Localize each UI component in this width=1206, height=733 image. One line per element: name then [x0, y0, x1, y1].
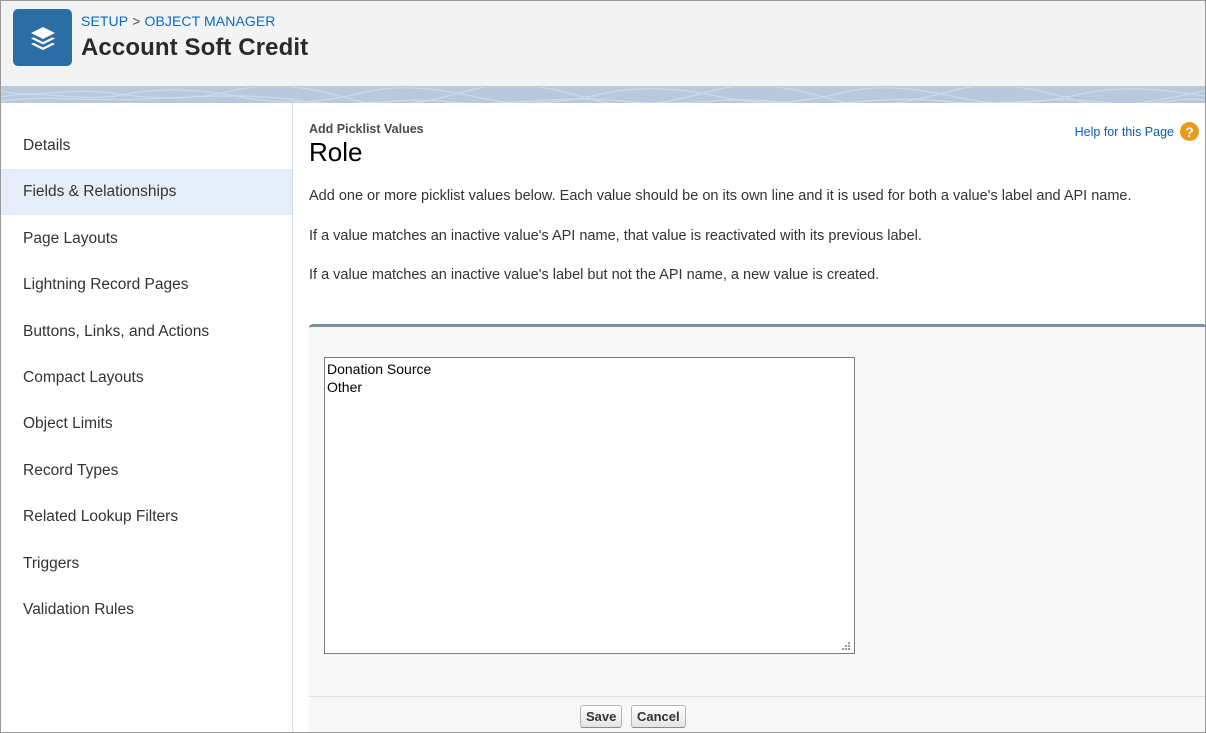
- help-link[interactable]: Help for this Page: [1075, 125, 1174, 139]
- sidebar-item-page-layouts[interactable]: Page Layouts: [1, 216, 292, 262]
- sidebar-item-compact-layouts[interactable]: Compact Layouts: [1, 355, 292, 401]
- page-header: SETUP > OBJECT MANAGER Account Soft Credit: [1, 1, 1205, 87]
- layers-icon: [13, 9, 72, 66]
- decorative-banner: [1, 87, 1205, 103]
- breadcrumb-object-manager-link[interactable]: OBJECT MANAGER: [144, 13, 275, 29]
- button-bar: Save Cancel: [309, 696, 1205, 732]
- sidebar-item-validation-rules[interactable]: Validation Rules: [1, 587, 292, 633]
- page-subtitle: Add Picklist Values: [309, 122, 424, 136]
- breadcrumb: SETUP > OBJECT MANAGER: [81, 13, 276, 29]
- help-section: Help for this Page ?: [1075, 122, 1199, 141]
- sidebar-item-triggers[interactable]: Triggers: [1, 541, 292, 587]
- picklist-values-textarea[interactable]: [324, 357, 855, 654]
- sidebar-item-object-limits[interactable]: Object Limits: [1, 401, 292, 447]
- page-title: Account Soft Credit: [81, 34, 309, 61]
- help-icon[interactable]: ?: [1180, 122, 1199, 141]
- breadcrumb-setup-link[interactable]: SETUP: [81, 13, 128, 29]
- sidebar-item-lightning-record-pages[interactable]: Lightning Record Pages: [1, 262, 292, 308]
- sidebar-item-related-lookup-filters[interactable]: Related Lookup Filters: [1, 494, 292, 540]
- instruction-text: If a value matches an inactive value's l…: [309, 267, 880, 283]
- main-content: Add Picklist Values Role Help for this P…: [294, 103, 1205, 732]
- sidebar-item-details[interactable]: Details: [1, 123, 292, 169]
- breadcrumb-separator: >: [132, 13, 141, 29]
- picklist-panel: Save Cancel: [309, 324, 1205, 732]
- app-window: SETUP > OBJECT MANAGER Account Soft Credit…: [0, 0, 1206, 733]
- sidebar-item-fields-relationships[interactable]: Fields & Relationships: [1, 169, 292, 215]
- sidebar-nav: Details Fields & Relationships Page Layo…: [1, 103, 293, 732]
- instruction-text: Add one or more picklist values below. E…: [309, 188, 1132, 204]
- instruction-text: If a value matches an inactive value's A…: [309, 228, 922, 244]
- sidebar-item-record-types[interactable]: Record Types: [1, 448, 292, 494]
- field-title: Role: [309, 137, 363, 167]
- sidebar-item-buttons-links-actions[interactable]: Buttons, Links, and Actions: [1, 309, 292, 355]
- resize-grip-icon[interactable]: [840, 640, 852, 652]
- cancel-button[interactable]: Cancel: [631, 705, 686, 728]
- banner-pattern: [1, 87, 1205, 103]
- save-button[interactable]: Save: [580, 705, 623, 728]
